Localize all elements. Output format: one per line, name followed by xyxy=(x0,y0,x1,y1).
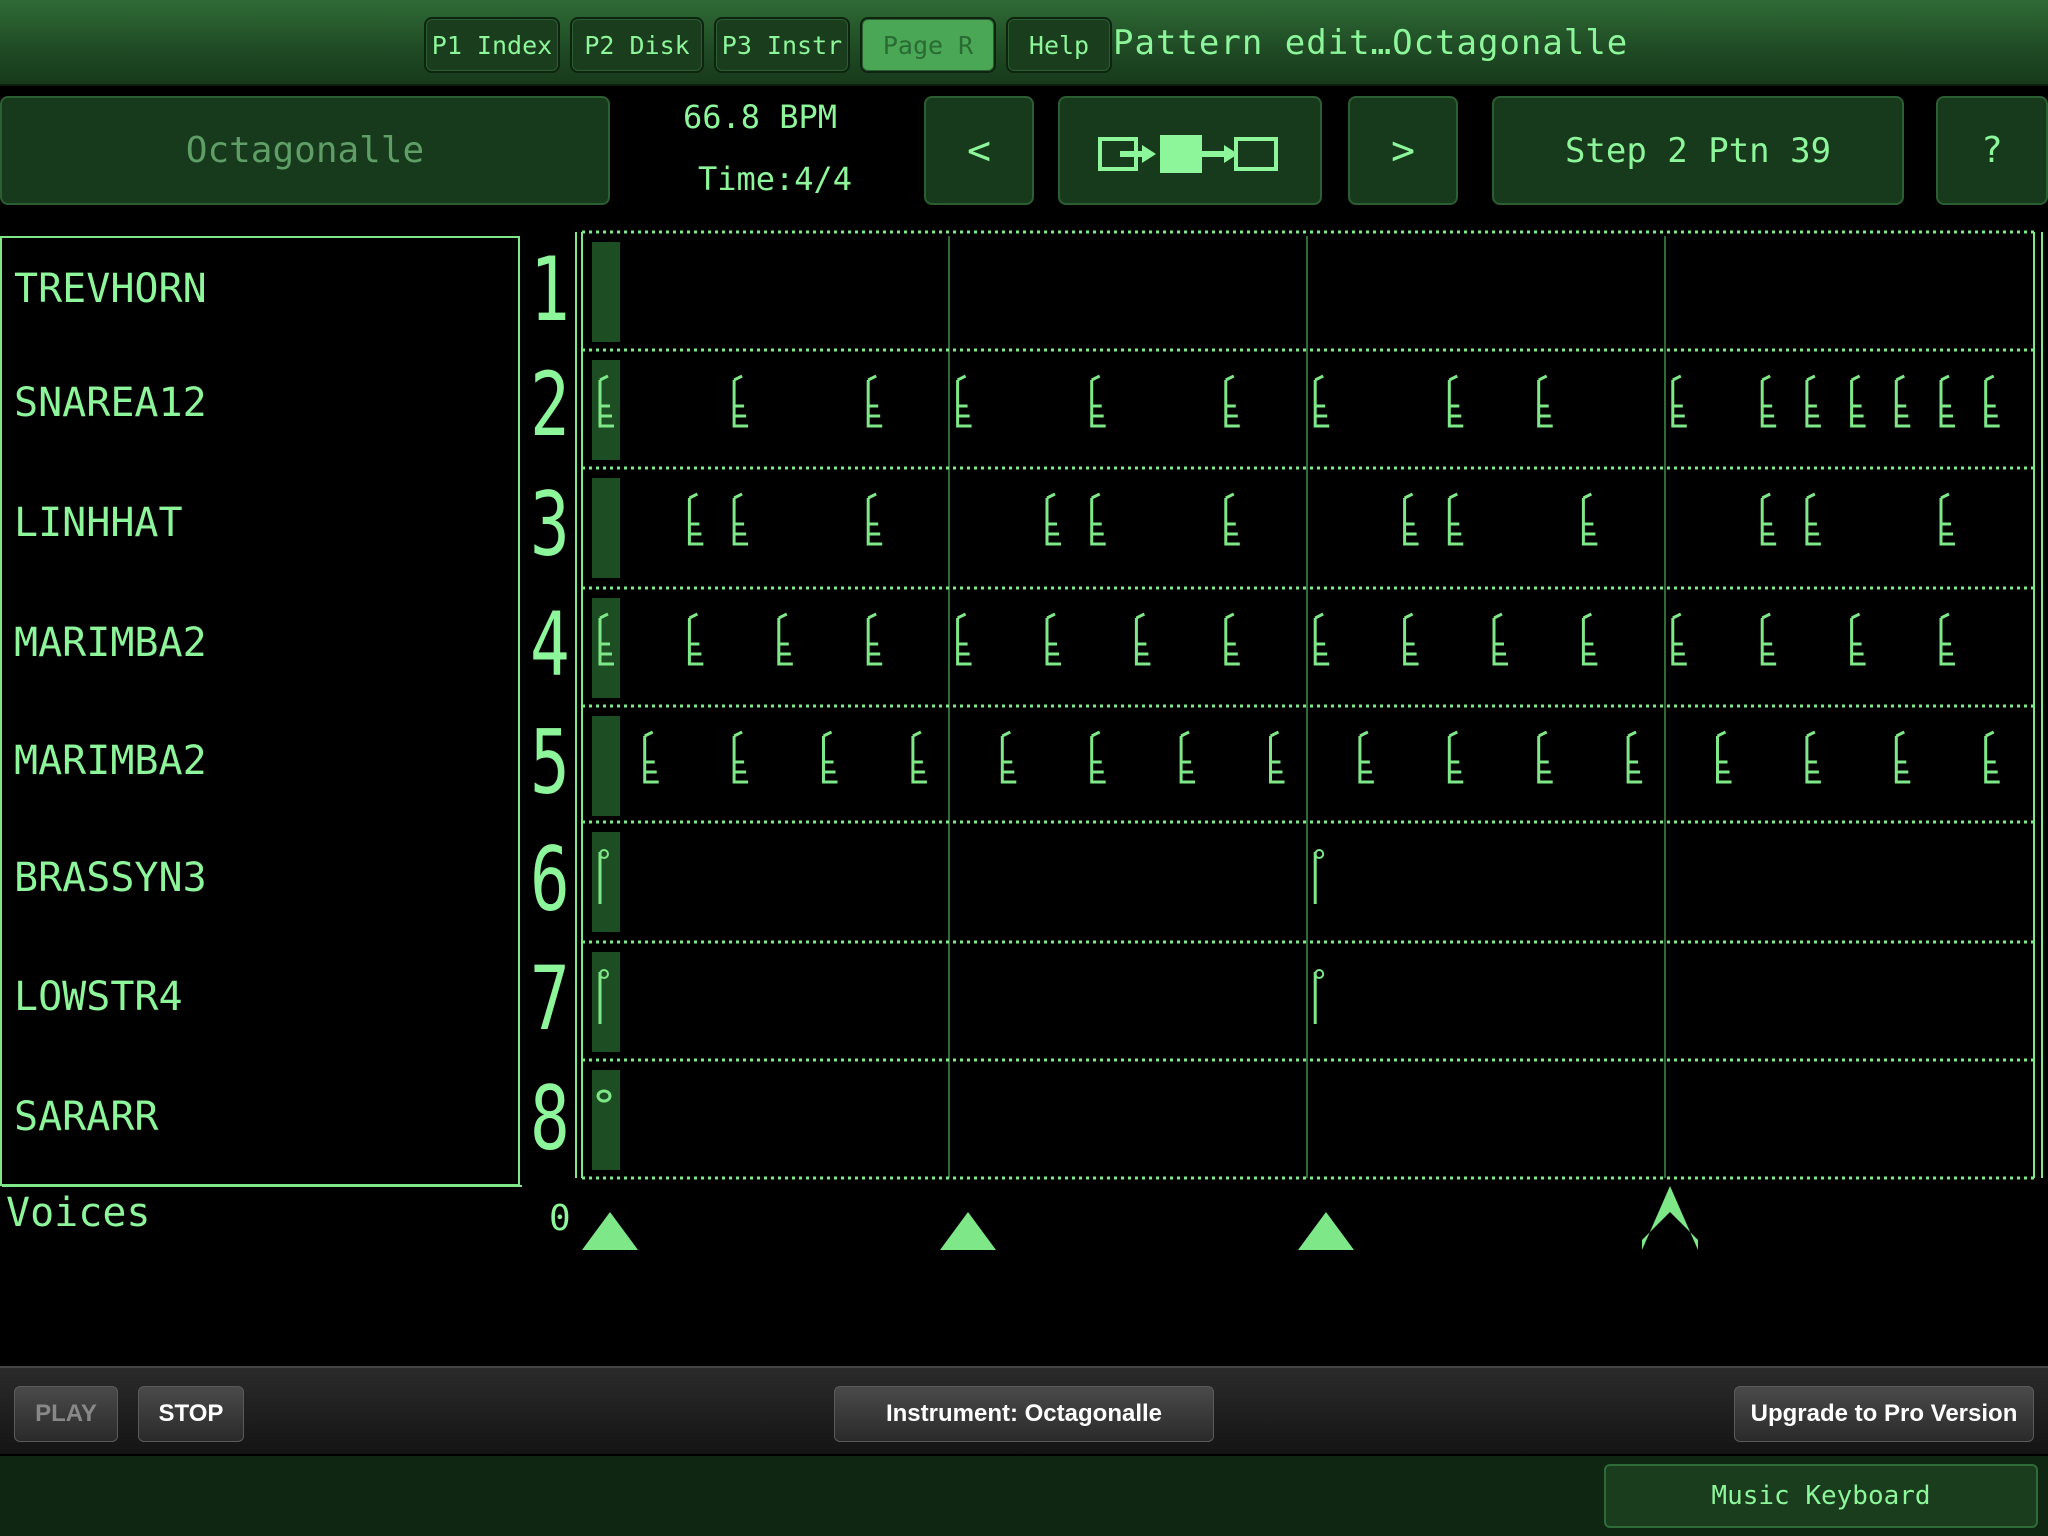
note-glyph[interactable] xyxy=(687,612,704,666)
note-glyph[interactable] xyxy=(911,730,927,784)
cursor-cell xyxy=(592,242,620,342)
note-glyph[interactable] xyxy=(1447,374,1464,428)
note-glyph[interactable] xyxy=(866,492,883,546)
note-glyph[interactable] xyxy=(1403,612,1419,666)
note-glyph[interactable] xyxy=(1894,374,1911,428)
note-glyph[interactable] xyxy=(1805,730,1821,784)
note-glyph[interactable] xyxy=(1760,492,1777,546)
cursor-cell xyxy=(592,832,620,932)
note-glyph[interactable] xyxy=(866,612,883,666)
note-glyph[interactable] xyxy=(1447,730,1464,784)
note-glyph[interactable] xyxy=(1403,492,1419,546)
play-button[interactable]: PLAY xyxy=(14,1386,118,1442)
note-glyph[interactable] xyxy=(1939,492,1955,546)
note-glyph[interactable] xyxy=(1760,374,1777,428)
note-glyph[interactable] xyxy=(1626,730,1643,784)
note-glyph[interactable] xyxy=(1671,374,1687,428)
note-glyph[interactable] xyxy=(956,374,972,428)
note-glyph[interactable] xyxy=(1090,374,1106,428)
instrument-button[interactable]: Instrument: Octagonalle xyxy=(834,1386,1214,1442)
note-glyph[interactable] xyxy=(1537,374,1553,428)
note-glyph[interactable] xyxy=(732,374,749,428)
stop-button[interactable]: STOP xyxy=(138,1386,244,1442)
note-glyph[interactable] xyxy=(1537,730,1553,784)
note-glyph[interactable] xyxy=(1850,374,1866,428)
note-glyph[interactable] xyxy=(1805,492,1821,546)
note-glyph[interactable] xyxy=(1090,492,1106,546)
keyboard-bar: Music Keyboard xyxy=(0,1456,2048,1536)
note-glyph[interactable] xyxy=(1313,374,1330,428)
note-glyph[interactable] xyxy=(1224,492,1240,546)
note-glyph[interactable] xyxy=(1224,374,1240,428)
music-keyboard-button[interactable]: Music Keyboard xyxy=(1604,1464,2038,1528)
note-glyph[interactable] xyxy=(956,612,972,666)
note-glyph[interactable] xyxy=(1224,612,1240,666)
note-glyph[interactable] xyxy=(777,612,793,666)
beat-marker[interactable] xyxy=(1298,1212,1354,1250)
note-glyph[interactable] xyxy=(1358,730,1374,784)
playhead-marker[interactable] xyxy=(1642,1186,1698,1250)
cursor-cell xyxy=(592,360,620,460)
note-glyph[interactable] xyxy=(1581,492,1598,546)
note-glyph[interactable] xyxy=(1984,730,2000,784)
note-glyph[interactable] xyxy=(1179,730,1196,784)
cursor-cell xyxy=(592,1070,620,1170)
note-glyph[interactable] xyxy=(1492,612,1508,666)
note-glyph[interactable] xyxy=(1447,492,1464,546)
note-glyph[interactable] xyxy=(1313,612,1330,666)
cursor-cell xyxy=(592,716,620,816)
note-glyph[interactable] xyxy=(1269,730,1285,784)
position-start-label: 0 xyxy=(549,1198,571,1239)
note-glyph[interactable] xyxy=(1090,730,1106,784)
upgrade-button[interactable]: Upgrade to Pro Version xyxy=(1734,1386,2034,1442)
note-glyph[interactable] xyxy=(687,492,704,546)
note-glyph[interactable] xyxy=(1671,612,1687,666)
note-glyph[interactable] xyxy=(1850,612,1866,666)
note-glyph[interactable] xyxy=(1984,374,2000,428)
cursor-cell xyxy=(592,478,620,578)
note-glyph[interactable] xyxy=(1045,492,1061,546)
note-glyph[interactable] xyxy=(1939,374,1955,428)
note-glyph[interactable] xyxy=(732,730,749,784)
note-glyph[interactable] xyxy=(1939,612,1955,666)
note-glyph[interactable] xyxy=(822,730,838,784)
cursor-cell xyxy=(592,952,620,1052)
beat-marker[interactable] xyxy=(940,1212,996,1250)
note-glyph[interactable] xyxy=(1716,730,1732,784)
note-glyph[interactable] xyxy=(866,374,883,428)
note-glyph[interactable] xyxy=(1581,612,1598,666)
note-glyph[interactable] xyxy=(1760,612,1777,666)
cursor-cell xyxy=(592,598,620,698)
note-glyph[interactable] xyxy=(643,730,659,784)
beat-marker[interactable] xyxy=(582,1212,638,1250)
note-glyph[interactable] xyxy=(732,492,749,546)
note-glyph[interactable] xyxy=(1000,730,1017,784)
note-glyph[interactable] xyxy=(1045,612,1061,666)
note-glyph[interactable] xyxy=(1805,374,1821,428)
note-glyph[interactable] xyxy=(1894,730,1911,784)
note-glyph[interactable] xyxy=(1134,612,1151,666)
pattern-grid[interactable] xyxy=(0,0,2048,1290)
transport-bar: PLAY STOP Instrument: Octagonalle Upgrad… xyxy=(0,1366,2048,1454)
